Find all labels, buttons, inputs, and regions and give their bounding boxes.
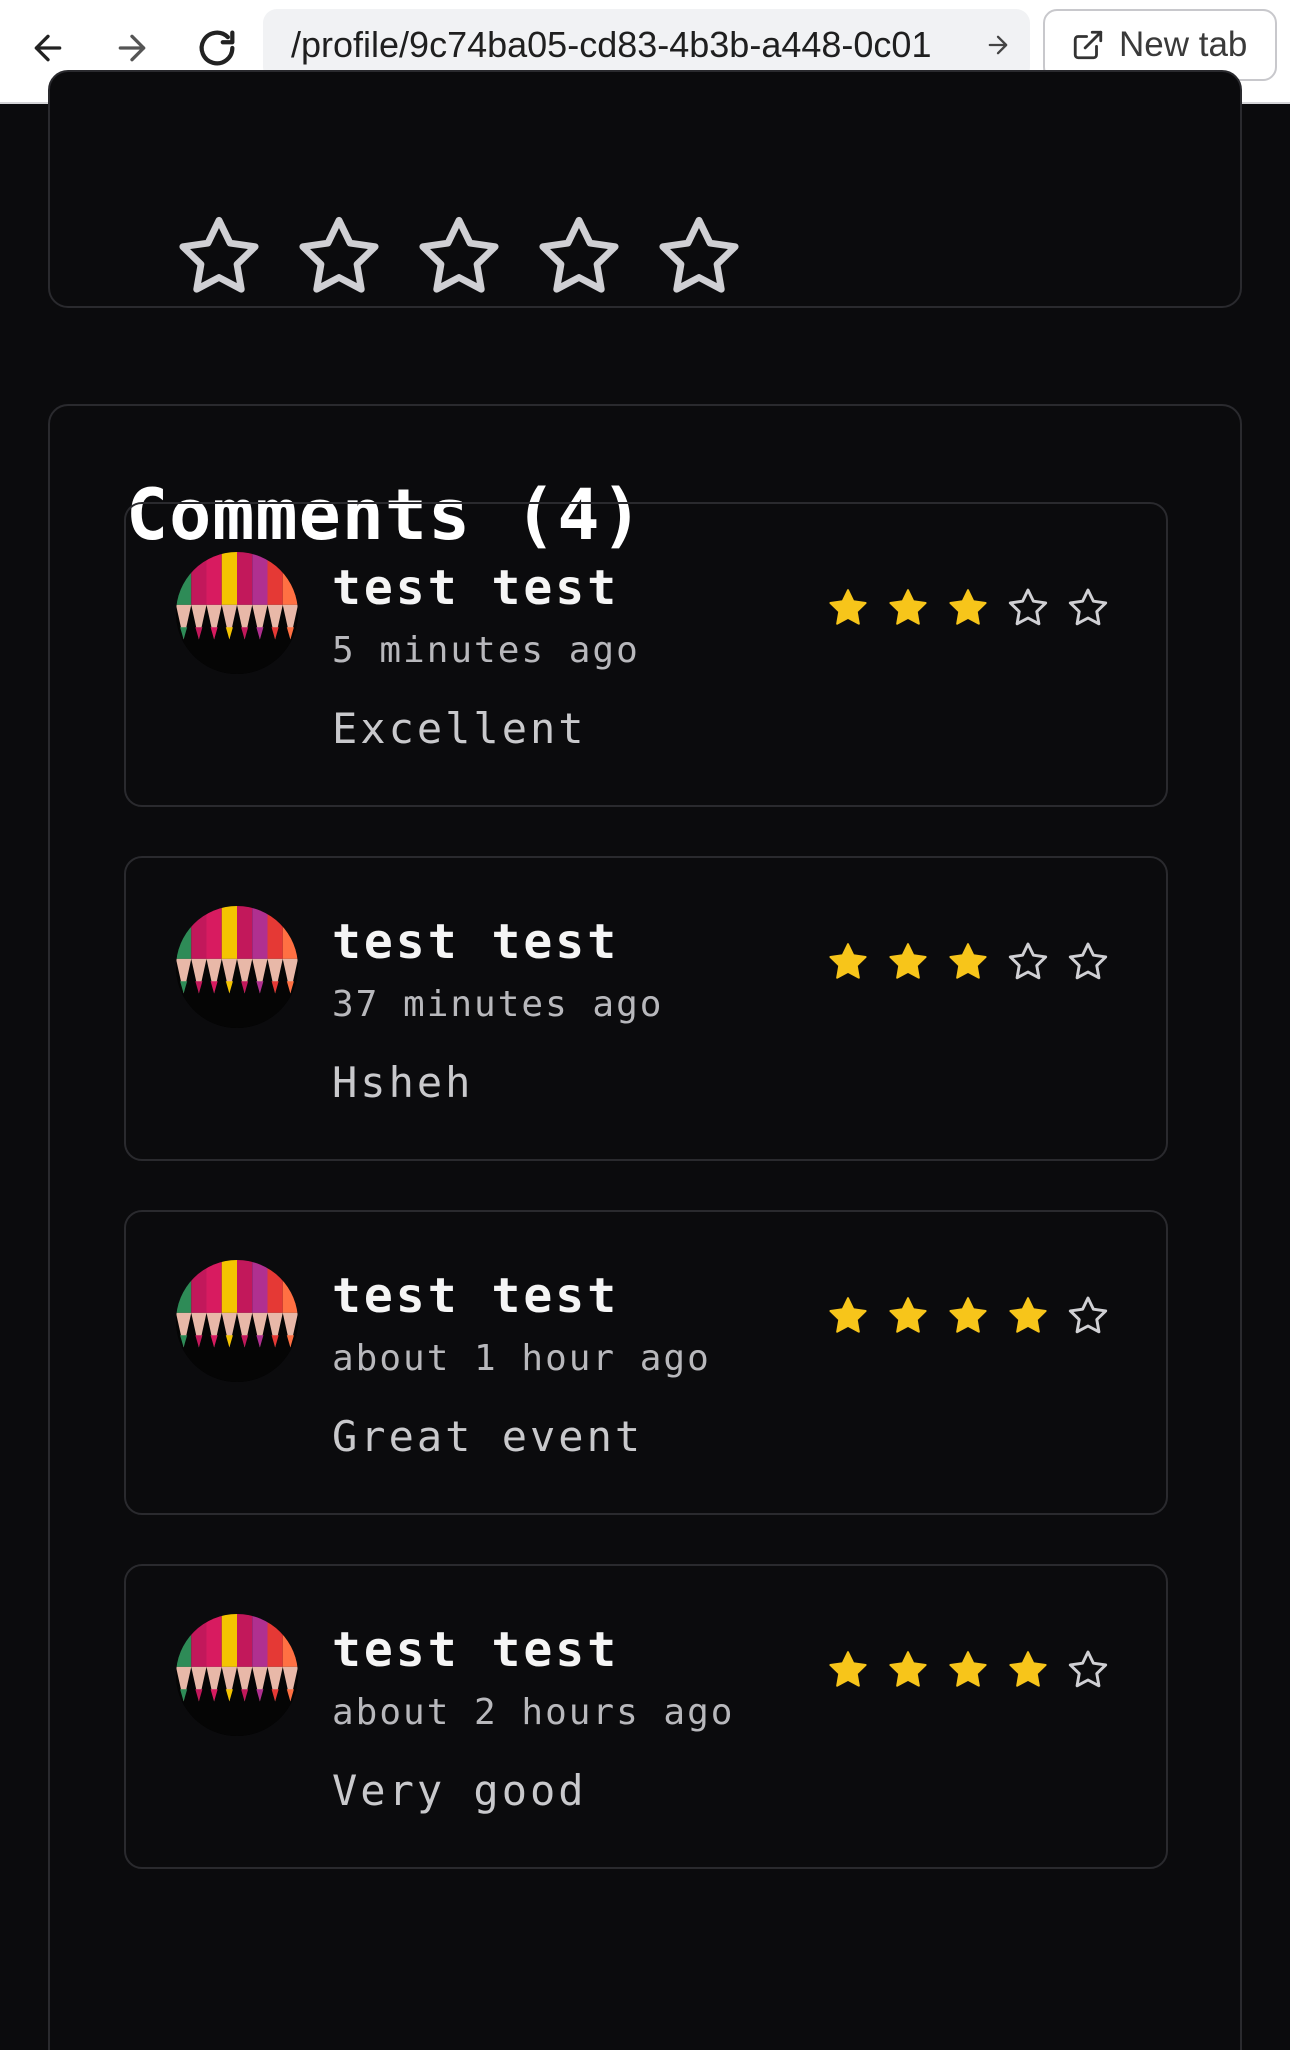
comment-timestamp: about 2 hours ago bbox=[332, 1692, 735, 1733]
star-icon bbox=[1008, 942, 1048, 980]
rating-input[interactable] bbox=[174, 212, 744, 302]
star-filled-icon bbox=[889, 589, 927, 625]
star-icon bbox=[1068, 1296, 1108, 1334]
comment-rating bbox=[826, 1294, 1110, 1338]
star-filled-icon bbox=[889, 1651, 927, 1687]
comment-timestamp: 37 minutes ago bbox=[332, 984, 664, 1025]
star-filled-icon bbox=[829, 1297, 867, 1333]
comment-author: test test bbox=[332, 914, 620, 970]
comment-timestamp: about 1 hour ago bbox=[332, 1338, 711, 1379]
comment-rating bbox=[826, 940, 1110, 984]
colored-pencils-avatar-icon bbox=[176, 1614, 298, 1736]
new-tab-label: New tab bbox=[1119, 25, 1248, 64]
star-filled-icon bbox=[829, 943, 867, 979]
star-icon[interactable] bbox=[174, 212, 264, 302]
go-button[interactable] bbox=[984, 31, 1012, 59]
star-icon bbox=[1068, 1650, 1108, 1688]
star-filled-icon bbox=[949, 943, 987, 979]
arrow-right-icon bbox=[988, 35, 1008, 55]
comment-text: Hsheh bbox=[332, 1058, 474, 1107]
star-icon bbox=[1068, 942, 1108, 980]
star-filled-icon bbox=[949, 1651, 987, 1687]
comment-text: Very good bbox=[332, 1766, 587, 1815]
comment-timestamp: 5 minutes ago bbox=[332, 630, 640, 671]
avatar bbox=[176, 552, 298, 674]
colored-pencils-avatar-icon bbox=[176, 1260, 298, 1382]
external-link-icon bbox=[1073, 30, 1103, 60]
comment-author: test test bbox=[332, 560, 620, 616]
star-icon[interactable] bbox=[294, 212, 384, 302]
avatar bbox=[176, 906, 298, 1028]
comment-rating bbox=[826, 586, 1110, 630]
star-filled-icon bbox=[829, 1651, 867, 1687]
reload-button[interactable] bbox=[187, 18, 247, 78]
star-icon[interactable] bbox=[414, 212, 504, 302]
comment-author: test test bbox=[332, 1622, 620, 1678]
back-button[interactable] bbox=[18, 18, 78, 78]
comment-card: test test 37 minutes ago Hsheh bbox=[124, 856, 1168, 1161]
rating-card bbox=[48, 70, 1242, 308]
star-filled-icon bbox=[1009, 1651, 1047, 1687]
forward-button[interactable] bbox=[102, 18, 162, 78]
star-icon bbox=[1008, 588, 1048, 626]
comment-card: test test about 1 hour ago Great event bbox=[124, 1210, 1168, 1515]
star-filled-icon bbox=[829, 589, 867, 625]
star-filled-icon bbox=[889, 1297, 927, 1333]
star-filled-icon bbox=[949, 589, 987, 625]
star-icon bbox=[1068, 588, 1108, 626]
arrow-left-icon bbox=[34, 34, 62, 62]
comment-text: Excellent bbox=[332, 704, 587, 753]
comment-text: Great event bbox=[332, 1412, 644, 1461]
url-text: /profile/9c74ba05-cd83-4b3b-a448-0c01 bbox=[291, 24, 932, 65]
comment-author: test test bbox=[332, 1268, 620, 1324]
star-filled-icon bbox=[889, 943, 927, 979]
colored-pencils-avatar-icon bbox=[176, 552, 298, 674]
reload-icon bbox=[199, 30, 235, 66]
avatar bbox=[176, 1614, 298, 1736]
comment-rating bbox=[826, 1648, 1110, 1692]
star-filled-icon bbox=[1009, 1297, 1047, 1333]
comment-card: test test about 2 hours ago Very good bbox=[124, 1564, 1168, 1869]
star-icon[interactable] bbox=[654, 212, 744, 302]
star-icon[interactable] bbox=[534, 212, 624, 302]
avatar bbox=[176, 1260, 298, 1382]
arrow-right-icon bbox=[118, 34, 146, 62]
comments-section: Comments (4) test test 5 minutes ago Excel… bbox=[48, 404, 1242, 2050]
comment-card: test test 5 minutes ago Excellent bbox=[124, 502, 1168, 807]
colored-pencils-avatar-icon bbox=[176, 906, 298, 1028]
star-filled-icon bbox=[949, 1297, 987, 1333]
